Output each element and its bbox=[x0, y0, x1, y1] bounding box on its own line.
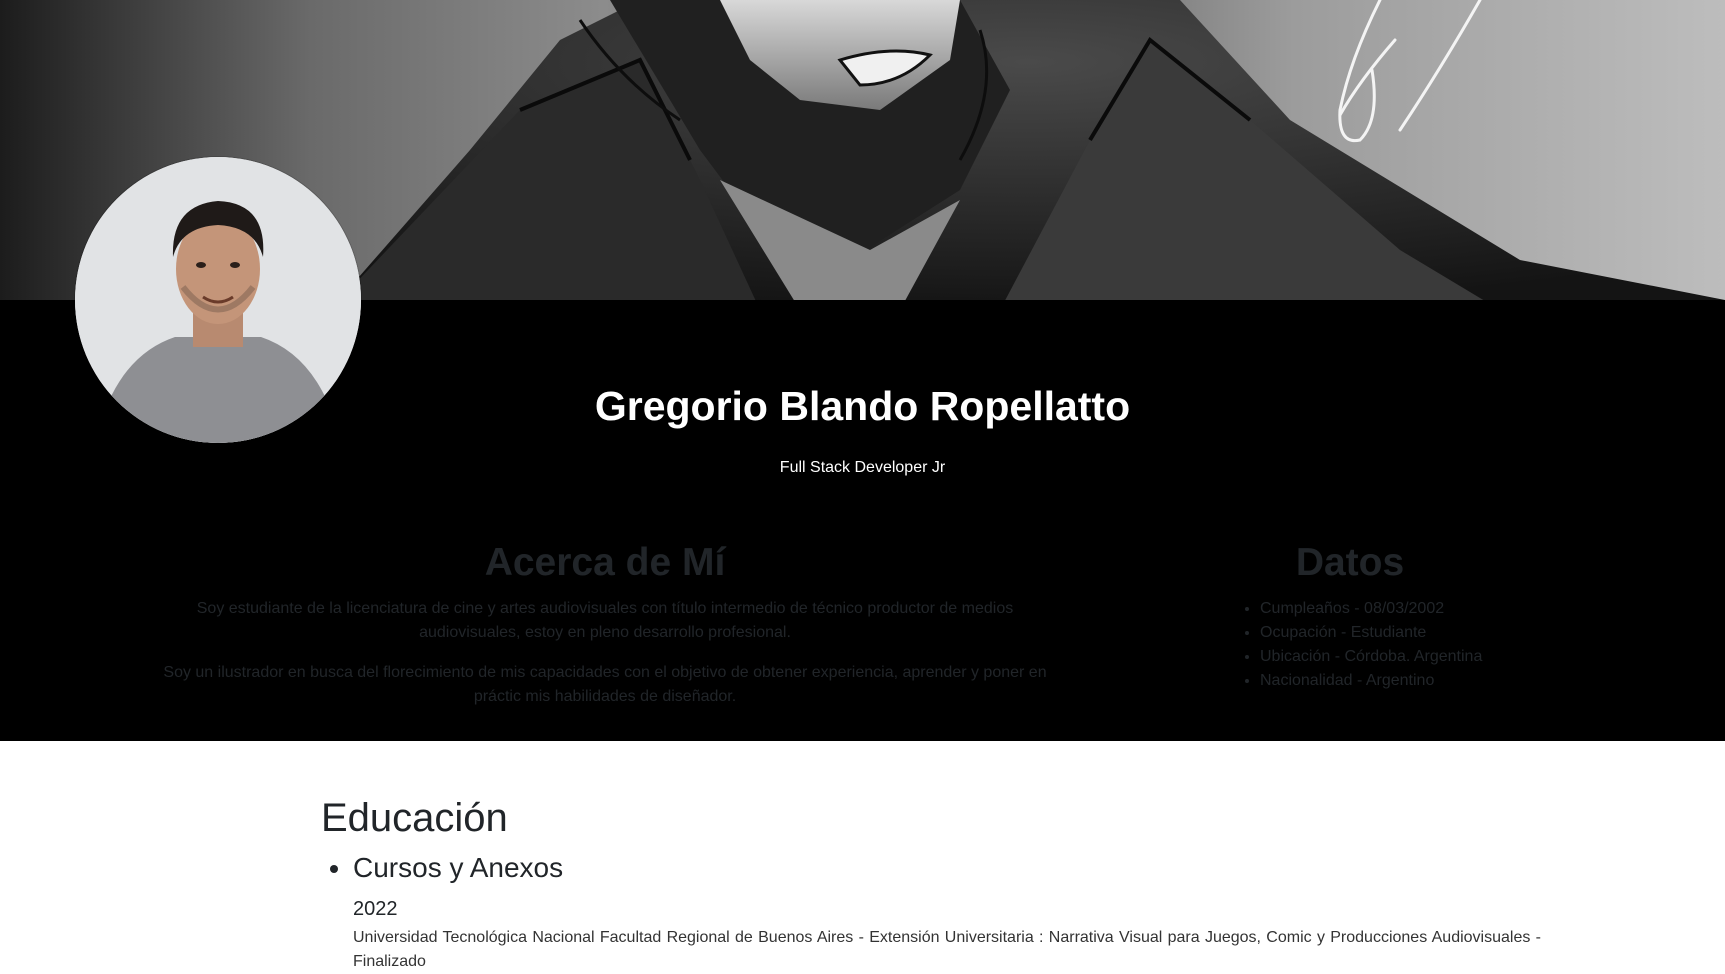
datos-item: Cumpleaños - 08/03/2002 bbox=[1260, 597, 1490, 621]
education-section: Educación Cursos y Anexos 2022 Universid… bbox=[321, 790, 1541, 974]
datos-section: Datos Cumpleaños - 08/03/2002 Ocupación … bbox=[1210, 535, 1490, 693]
datos-list: Cumpleaños - 08/03/2002 Ocupación - Estu… bbox=[1210, 597, 1490, 693]
category-title: Cursos y Anexos bbox=[353, 852, 564, 883]
education-list: Cursos y Anexos 2022 Universidad Tecnoló… bbox=[321, 848, 1541, 974]
datos-item: Ubicación - Córdoba. Argentina bbox=[1260, 645, 1490, 669]
education-title: Educación bbox=[321, 796, 508, 840]
datos-item: Ocupación - Estudiante bbox=[1260, 621, 1490, 645]
datos-title: Datos bbox=[1295, 541, 1405, 584]
about-title: Acerca de Mí bbox=[484, 541, 726, 584]
about-paragraph: Soy estudiante de la licenciatura de cin… bbox=[196, 600, 1014, 641]
about-paragraph: Soy un ilustrador en busca del florecimi… bbox=[163, 664, 1047, 705]
signature-mark bbox=[1338, 0, 1482, 143]
datos-item: Nacionalidad - Argentino bbox=[1260, 669, 1490, 693]
profile-role: Full Stack Developer Jr bbox=[779, 459, 946, 476]
profile-name: Gregorio Blando Ropellatto bbox=[594, 383, 1131, 429]
about-section: Acerca de Mí Soy estudiante de la licenc… bbox=[155, 535, 1055, 725]
entry-year: 2022 bbox=[353, 898, 398, 920]
education-category: Cursos y Anexos 2022 Universidad Tecnoló… bbox=[353, 848, 1541, 974]
